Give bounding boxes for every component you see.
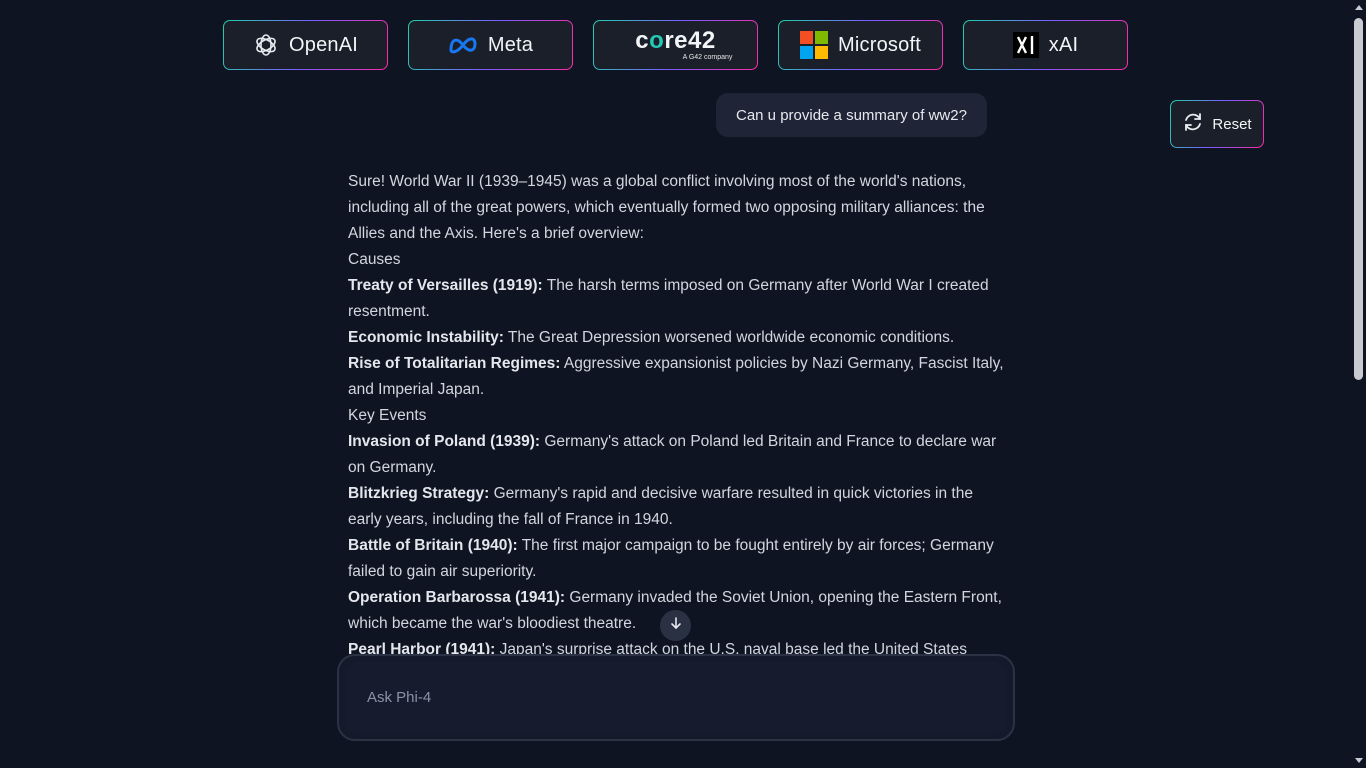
- chat-page: OpenAI Meta core42 A G42 company Microso…: [0, 0, 1366, 768]
- meta-icon: [448, 35, 478, 55]
- item-term: Battle of Britain (1940):: [348, 537, 518, 554]
- provider-button-xai[interactable]: xAI: [963, 20, 1128, 70]
- reset-label: Reset: [1212, 115, 1252, 133]
- chat-input-box[interactable]: [345, 662, 1007, 733]
- list-item: Battle of Britain (1940): The first majo…: [348, 533, 1008, 585]
- response-intro: Sure! World War II (1939–1945) was a glo…: [348, 173, 985, 242]
- core42-logo: core42: [635, 26, 716, 54]
- item-term: Invasion of Poland (1939):: [348, 433, 541, 450]
- item-term: Operation Barbarossa (1941):: [348, 589, 566, 606]
- provider-button-meta[interactable]: Meta: [408, 20, 573, 70]
- provider-bar: OpenAI Meta core42 A G42 company Microso…: [223, 20, 1128, 70]
- list-item: Treaty of Versailles (1919): The harsh t…: [348, 273, 1008, 325]
- section-heading: Causes: [348, 251, 401, 268]
- provider-button-microsoft[interactable]: Microsoft: [778, 20, 943, 70]
- list-item: Invasion of Poland (1939): Germany's att…: [348, 429, 1008, 481]
- provider-label: OpenAI: [288, 33, 359, 56]
- scroll-up-arrow-icon[interactable]: [1355, 5, 1363, 10]
- provider-button-openai[interactable]: OpenAI: [223, 20, 388, 70]
- chat-input[interactable]: [365, 688, 1007, 707]
- list-item: Blitzkrieg Strategy: Germany's rapid and…: [348, 481, 1008, 533]
- core42-wordmark: core42: [635, 26, 716, 54]
- xai-icon: [1012, 32, 1039, 58]
- assistant-response: Sure! World War II (1939–1945) was a glo…: [348, 169, 1008, 656]
- page-scrollbar[interactable]: [1352, 0, 1366, 768]
- item-term: Blitzkrieg Strategy:: [348, 485, 490, 502]
- core42-tagline: A G42 company: [682, 53, 733, 61]
- item-term: Rise of Totalitarian Regimes:: [348, 355, 561, 372]
- chat-input-container: [337, 654, 1015, 741]
- reset-button[interactable]: Reset: [1170, 100, 1264, 148]
- scroll-down-button[interactable]: [660, 610, 691, 641]
- microsoft-icon: [800, 31, 829, 59]
- arrow-down-icon: [669, 616, 683, 635]
- refresh-icon: [1182, 111, 1204, 137]
- openai-icon: [253, 32, 279, 58]
- scroll-down-arrow-icon[interactable]: [1355, 758, 1363, 763]
- item-text: The Great Depression worsened worldwide …: [503, 329, 955, 346]
- provider-label: Microsoft: [838, 33, 921, 56]
- item-term: Economic Instability:: [348, 329, 504, 346]
- section-heading: Key Events: [348, 407, 427, 424]
- item-term: Treaty of Versailles (1919):: [348, 277, 543, 294]
- user-message: Can u provide a summary of ww2?: [716, 93, 987, 137]
- scrollbar-thumb[interactable]: [1354, 18, 1363, 380]
- list-item: Economic Instability: The Great Depressi…: [348, 325, 1008, 351]
- provider-label: Meta: [487, 33, 534, 56]
- provider-label: xAI: [1048, 33, 1079, 56]
- list-item: Rise of Totalitarian Regimes: Aggressive…: [348, 351, 1008, 403]
- provider-button-core42[interactable]: core42 A G42 company: [593, 20, 758, 70]
